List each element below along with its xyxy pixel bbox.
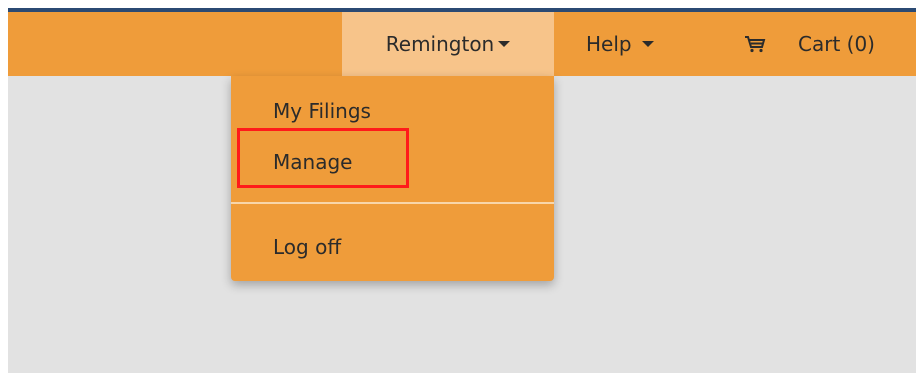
help-menu-toggle[interactable]: Help	[586, 12, 654, 76]
menu-item-my-filings[interactable]: My Filings	[273, 99, 371, 123]
menu-item-manage[interactable]: Manage	[273, 150, 352, 174]
user-menu-label: Remington	[385, 32, 495, 56]
cart-link[interactable]: Cart (0)	[744, 12, 875, 76]
caret-down-icon	[498, 41, 511, 47]
user-menu-toggle[interactable]: Remington	[342, 12, 554, 76]
menu-item-log-off[interactable]: Log off	[273, 235, 341, 259]
cart-icon	[745, 36, 766, 53]
caret-down-icon	[641, 41, 654, 47]
user-dropdown-menu: My Filings Manage Log off	[231, 76, 554, 281]
menu-divider	[231, 202, 554, 204]
cart-label: Cart (0)	[798, 32, 875, 56]
help-menu-label: Help	[586, 32, 632, 56]
